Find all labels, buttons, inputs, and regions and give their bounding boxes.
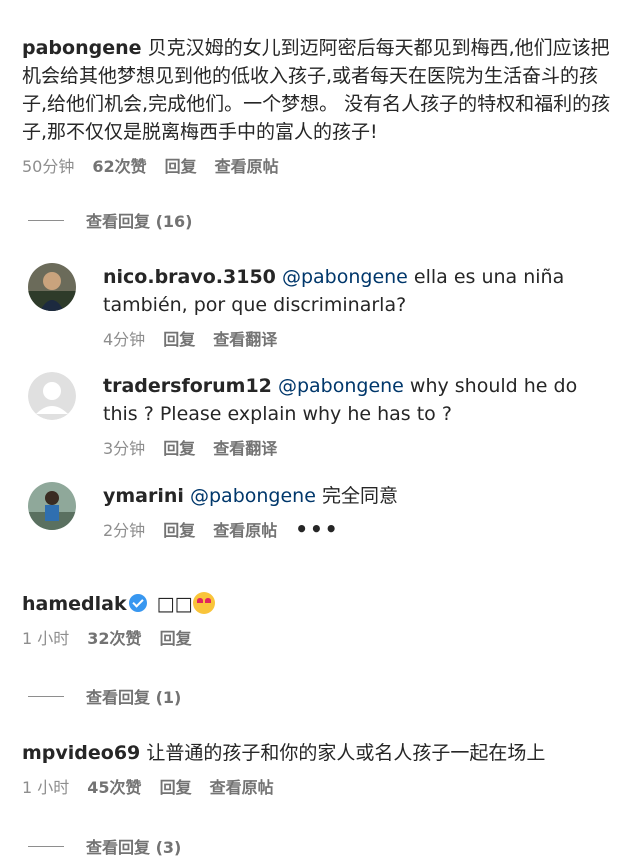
reply-item: nico.bravo.3150 @pabongene ella es una n… xyxy=(28,263,614,349)
reply-item: tradersforum12 @pabongene why should he … xyxy=(28,372,614,458)
mention-link[interactable]: @pabongene xyxy=(190,485,316,507)
likes-count[interactable]: 32次赞 xyxy=(87,625,141,649)
comment-username[interactable]: pabongene xyxy=(22,37,142,59)
view-replies-label: 查看回复 (3) xyxy=(86,838,182,857)
view-replies-label: 查看回复 (1) xyxy=(86,688,182,707)
view-original-button[interactable]: 查看原帖 xyxy=(213,517,277,541)
comment-time: 50分钟 xyxy=(22,157,75,176)
reply-button[interactable]: 回复 xyxy=(160,625,192,649)
comment-item: mpvideo69 让普通的孩子和你的家人或名人孩子一起在场上 1 小时 45次… xyxy=(22,739,614,797)
divider-line xyxy=(28,845,64,847)
divider-line xyxy=(28,695,64,697)
mention-link[interactable]: @pabongene xyxy=(278,375,404,397)
comment-meta: 3分钟 回复 查看翻译 xyxy=(103,436,614,458)
comment-username[interactable]: tradersforum12 xyxy=(103,375,272,397)
reply-body: ymarini @pabongene 完全同意 xyxy=(103,482,614,510)
comment-item: hamedlak □□ 1 小时 32次赞 回复 xyxy=(22,590,614,648)
view-replies-button[interactable]: 查看回复 (3) xyxy=(28,834,181,858)
comment-text: 让普通的孩子和你的家人或名人孩子一起在场上 xyxy=(146,742,546,764)
view-replies-label: 查看回复 (16) xyxy=(86,212,193,231)
comment-text: 完全同意 xyxy=(315,485,398,507)
reply-button[interactable]: 回复 xyxy=(163,326,195,350)
reply-button[interactable]: 回复 xyxy=(165,153,197,177)
reply-button[interactable]: 回复 xyxy=(163,435,195,459)
comment-time: 1 小时 xyxy=(22,778,70,797)
comment-body: mpvideo69 让普通的孩子和你的家人或名人孩子一起在场上 xyxy=(22,739,614,767)
verified-badge-icon xyxy=(128,594,147,612)
comment-meta: 50分钟 62次赞 回复 查看原帖 xyxy=(22,154,614,176)
divider-line xyxy=(28,219,64,221)
view-original-button[interactable]: 查看原帖 xyxy=(215,153,279,177)
avatar[interactable] xyxy=(28,482,76,530)
comment-body: pabongene 贝克汉姆的女儿到迈阿密后每天都见到梅西,他们应该把机会给其他… xyxy=(22,34,614,146)
comment-username[interactable]: hamedlak xyxy=(22,593,127,615)
view-replies-button[interactable]: 查看回复 (1) xyxy=(28,684,181,708)
avatar[interactable] xyxy=(28,263,76,311)
reply-body: nico.bravo.3150 @pabongene ella es una n… xyxy=(103,263,614,319)
comment-meta: 2分钟 回复 查看原帖 ••• xyxy=(103,517,614,541)
see-translation-button[interactable]: 查看翻译 xyxy=(213,435,277,459)
reply-body: tradersforum12 @pabongene why should he … xyxy=(103,372,614,428)
comment-meta: 1 小时 32次赞 回复 xyxy=(22,626,614,648)
comment-meta: 1 小时 45次赞 回复 查看原帖 xyxy=(22,775,614,797)
see-translation-button[interactable]: 查看翻译 xyxy=(213,326,277,350)
reply-item: ymarini @pabongene 完全同意 2分钟 回复 查看原帖 ••• xyxy=(28,482,614,541)
comment-item: pabongene 贝克汉姆的女儿到迈阿密后每天都见到梅西,他们应该把机会给其他… xyxy=(22,34,614,176)
smiling-face-with-hearts-icon xyxy=(192,592,215,614)
comment-meta: 4分钟 回复 查看翻译 xyxy=(103,327,614,349)
view-original-button[interactable]: 查看原帖 xyxy=(210,774,274,798)
comment-username[interactable]: ymarini xyxy=(103,485,184,507)
view-replies-button[interactable]: 查看回复 (16) xyxy=(28,208,192,232)
comment-time: 3分钟 xyxy=(103,439,146,458)
comment-time: 1 小时 xyxy=(22,629,70,648)
comment-username[interactable]: mpvideo69 xyxy=(22,742,140,764)
comment-body: hamedlak □□ xyxy=(22,590,614,618)
reply-button[interactable]: 回复 xyxy=(160,774,192,798)
comment-time: 2分钟 xyxy=(103,521,146,540)
comment-username[interactable]: nico.bravo.3150 xyxy=(103,266,276,288)
comment-time: 4分钟 xyxy=(103,330,146,349)
likes-count[interactable]: 45次赞 xyxy=(87,774,141,798)
comment-text: □□ xyxy=(156,593,193,615)
reply-button[interactable]: 回复 xyxy=(163,517,195,541)
avatar[interactable] xyxy=(28,372,76,420)
likes-count[interactable]: 62次赞 xyxy=(92,153,146,177)
mention-link[interactable]: @pabongene xyxy=(282,266,408,288)
more-options-icon[interactable]: ••• xyxy=(295,517,339,541)
